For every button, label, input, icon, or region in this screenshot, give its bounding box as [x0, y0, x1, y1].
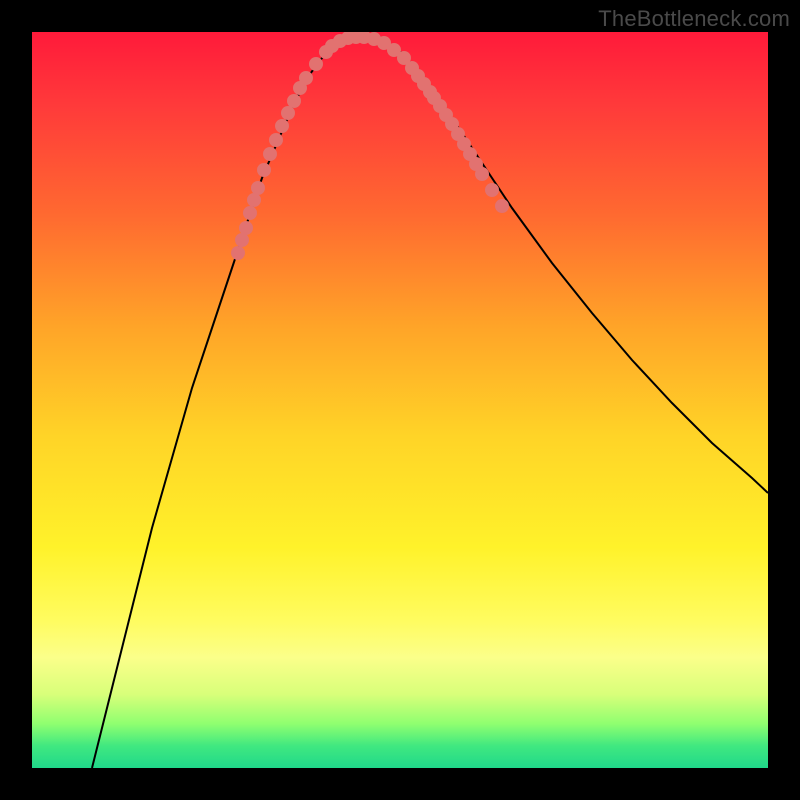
marker-dot [299, 71, 313, 85]
marker-dot [495, 199, 509, 213]
watermark-text: TheBottleneck.com [598, 6, 790, 32]
bottleneck-curve [92, 36, 768, 768]
marker-dot [309, 57, 323, 71]
marker-dot [247, 193, 261, 207]
marker-dot [269, 133, 283, 147]
marker-dot [263, 147, 277, 161]
marker-dot [475, 167, 489, 181]
marker-dot [485, 183, 499, 197]
marker-dots [231, 32, 509, 260]
marker-dot [251, 181, 265, 195]
marker-dot [239, 221, 253, 235]
curve-layer [32, 32, 768, 768]
marker-dot [235, 233, 249, 247]
plot-area [32, 32, 768, 768]
marker-dot [287, 94, 301, 108]
chart-frame: TheBottleneck.com [0, 0, 800, 800]
marker-dot [231, 246, 245, 260]
marker-dot [257, 163, 271, 177]
marker-dot [243, 206, 257, 220]
marker-dot [275, 119, 289, 133]
marker-dot [281, 106, 295, 120]
